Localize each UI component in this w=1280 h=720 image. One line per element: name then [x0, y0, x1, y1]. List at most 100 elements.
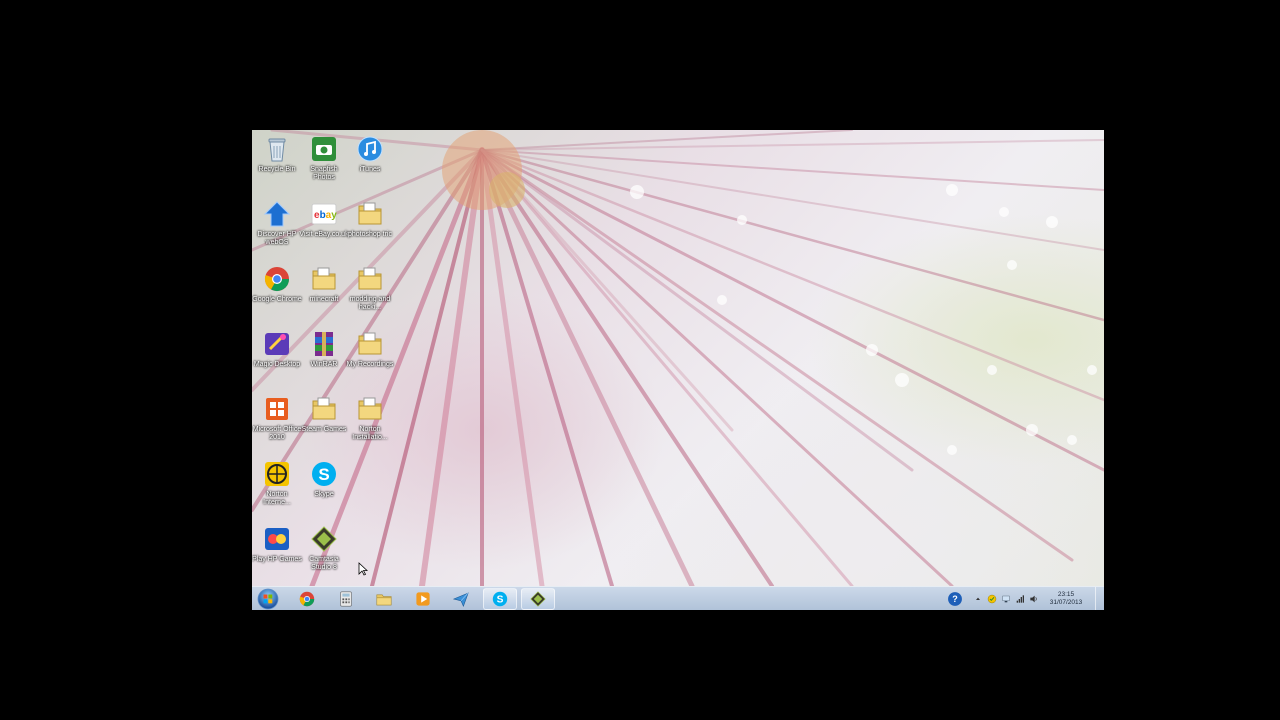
svg-text:S: S: [496, 595, 503, 606]
desktop-icon[interactable]: iTunes: [345, 134, 395, 194]
desktop-icon[interactable]: Microsoft Office 2010: [252, 394, 302, 454]
desktop-icon[interactable]: Play HP Games: [252, 524, 302, 584]
folder-icon: [358, 397, 382, 420]
tray-item[interactable]: [1029, 594, 1039, 604]
desktop-icon-glyph: [262, 459, 292, 489]
taskbar-button[interactable]: [367, 588, 401, 610]
desktop-icon-label: modding and hacki...: [349, 296, 391, 311]
camtasia-icon: [311, 526, 337, 552]
desktop-icon-glyph: ebay: [309, 199, 339, 229]
desktop-icon-label: Snapfish Photos: [310, 166, 338, 181]
tray-item[interactable]: [973, 594, 983, 604]
hp-webos-icon: [263, 201, 291, 227]
taskbar-button[interactable]: [290, 588, 324, 610]
taskbar-button[interactable]: [521, 588, 555, 610]
desktop-icon-label: Visit eBay.co.uk: [299, 231, 349, 238]
svg-text:ebay: ebay: [314, 210, 337, 221]
desktop-icon-glyph: [309, 264, 339, 294]
clock[interactable]: 23:15 31/07/2013: [1041, 591, 1091, 607]
desktop-icon[interactable]: modding and hacki...: [345, 264, 395, 324]
desktop-icon[interactable]: My Recordings: [345, 329, 395, 389]
desktop-icon[interactable]: S Skype: [299, 459, 349, 519]
clock-time: 23:15: [1057, 591, 1075, 598]
taskbar-button[interactable]: S: [482, 588, 517, 610]
desktop-icon[interactable]: Camtasia Studio 8: [299, 524, 349, 584]
desktop-icon-glyph: [309, 524, 339, 554]
desktop-icon-glyph: [262, 199, 292, 229]
start-button[interactable]: [254, 587, 282, 610]
desktop-icon-glyph: [262, 329, 292, 359]
desktop-icon-label: Skype: [314, 491, 334, 498]
desktop-icon-label: Microsoft Office 2010: [252, 426, 302, 441]
help-icon: ?: [948, 592, 962, 606]
desktop-icon[interactable]: Norton Interne...: [252, 459, 302, 519]
folder-icon: [312, 267, 336, 290]
winrar-icon: [315, 332, 333, 356]
mouse-cursor-icon: [358, 562, 368, 576]
desktop-icon[interactable]: Google Chrome: [252, 264, 302, 324]
desktop-icon-label: Recycle Bin: [258, 166, 296, 173]
taskbar-button[interactable]: [444, 588, 478, 610]
desktop-icon-label: Norton Interne...: [263, 491, 291, 506]
desktop-icon-label: Magic Desktop: [253, 361, 301, 368]
tray-item[interactable]: [1001, 594, 1011, 604]
desktop-icon-label: Norton Installatio...: [352, 426, 388, 441]
paper-plane-icon: [452, 592, 469, 608]
recycle-bin-icon: [268, 138, 286, 162]
chrome-icon: [299, 591, 315, 607]
desktop-icon-label: Discover HP webOS: [257, 231, 297, 246]
desktop-icon-glyph: [262, 524, 292, 554]
office-icon: [266, 398, 288, 420]
taskbar-button[interactable]: [329, 588, 363, 610]
desktop-icon[interactable]: Norton Installatio...: [345, 394, 395, 454]
desktop-icon-label: WinRAR: [310, 361, 338, 368]
desktop-icon-glyph: [355, 329, 385, 359]
desktop-icon[interactable]: Steam Games: [299, 394, 349, 454]
desktop-icon[interactable]: ebay Visit eBay.co.uk: [299, 199, 349, 259]
system-tray: ? 23:15 31/07/2013: [947, 587, 1104, 610]
desktop-icon-label: photoshop tric: [348, 231, 392, 238]
folder-icon: [358, 267, 382, 290]
folder-icon: [312, 397, 336, 420]
skype-icon: S: [312, 462, 336, 486]
snapfish-icon: [312, 137, 336, 161]
desktop-icon[interactable]: photoshop tric: [345, 199, 395, 259]
desktop-icon[interactable]: Discover HP webOS: [252, 199, 302, 259]
desktop-icon[interactable]: WinRAR: [299, 329, 349, 389]
desktop-icon[interactable]: Snapfish Photos: [299, 134, 349, 194]
desktop-icon-glyph: [309, 394, 339, 424]
desktop-icon[interactable]: Magic Desktop: [252, 329, 302, 389]
hp-games-icon: [265, 528, 289, 550]
desktop-icon-label: Steam Games: [301, 426, 347, 433]
file-explorer-icon: [376, 594, 392, 606]
windows-start-icon: [257, 588, 279, 610]
desktop-screen: Recycle Bin Snapfish Photos iTunes Discover…: [252, 130, 1104, 610]
tray-item[interactable]: ?: [947, 591, 963, 607]
skype-icon: S: [492, 591, 507, 607]
desktop-icon-label: iTunes: [359, 166, 381, 173]
desktop-icon-glyph: [355, 264, 385, 294]
taskbar: S ? 23:15 31/07/2013: [252, 586, 1104, 610]
desktop-icon-glyph: [262, 394, 292, 424]
show-hidden-icon: [976, 597, 980, 600]
tray-item[interactable]: [1015, 594, 1025, 604]
desktop-icon-glyph: [262, 134, 292, 164]
desktop-icon-glyph: [309, 134, 339, 164]
desktop-icon-label: Play HP Games: [252, 556, 302, 563]
signal-icon: [1016, 595, 1024, 603]
desktop-icon[interactable]: Recycle Bin: [252, 134, 302, 194]
tray-item[interactable]: [987, 594, 997, 604]
magic-desktop-icon: [265, 333, 289, 355]
desktop-icon-glyph: S: [309, 459, 339, 489]
desktop-icon-glyph: [355, 199, 385, 229]
desktop-icon-glyph: [355, 394, 385, 424]
svg-text:?: ?: [952, 594, 958, 604]
network-icon: [1002, 595, 1010, 603]
media-player-icon: [415, 592, 430, 606]
desktop-icon-glyph: [355, 134, 385, 164]
show-desktop-button[interactable]: [1095, 587, 1104, 610]
desktop-icon-glyph: [309, 329, 339, 359]
desktop-icon[interactable]: minecraft: [299, 264, 349, 324]
taskbar-button[interactable]: [406, 588, 440, 610]
folder-icon: [358, 332, 382, 355]
